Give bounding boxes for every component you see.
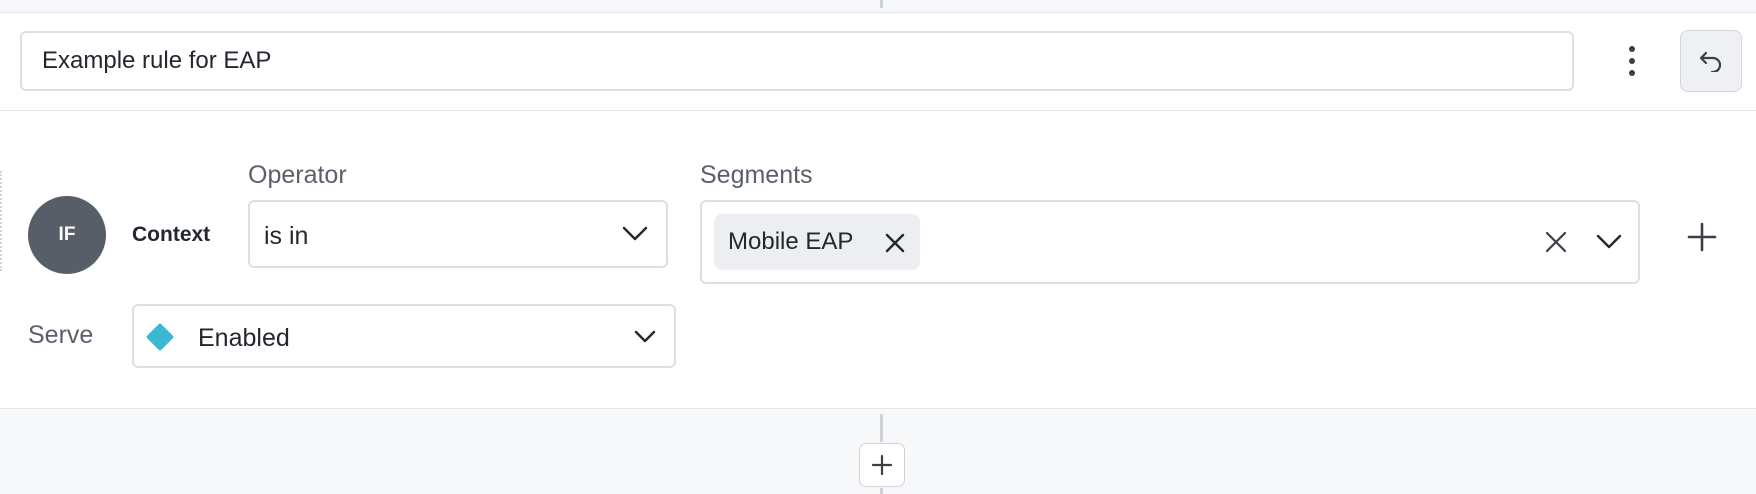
rule-name-input[interactable] [20, 31, 1574, 91]
more-vertical-icon [1629, 46, 1635, 52]
undo-icon [1699, 51, 1722, 72]
close-icon[interactable] [884, 232, 906, 254]
rule-header [0, 13, 1756, 111]
more-vertical-icon-dot [1629, 70, 1635, 76]
connector-line-bottom-end [880, 488, 883, 494]
chevron-down-icon [634, 330, 656, 343]
more-vertical-icon-dot [1629, 58, 1635, 64]
segments-label: Segments [700, 161, 813, 189]
if-badge: IF [28, 196, 106, 274]
connector-line-top [880, 0, 883, 8]
serve-select[interactable]: Enabled [132, 304, 676, 368]
undo-button[interactable] [1680, 30, 1742, 92]
add-rule-button[interactable] [859, 443, 905, 487]
rule-body: IF Context Operator is in Segments Mobil… [0, 111, 1756, 409]
plus-icon [871, 454, 893, 476]
serve-value: Enabled [198, 324, 290, 352]
operator-value: is in [264, 222, 309, 250]
chevron-down-icon[interactable] [1596, 234, 1622, 250]
segments-multiselect[interactable]: Mobile EAP [700, 200, 1640, 284]
add-condition-button[interactable] [1686, 221, 1718, 253]
operator-select[interactable]: is in [248, 200, 668, 268]
connector-line-bottom [880, 414, 883, 442]
operator-label: Operator [248, 161, 347, 189]
chevron-down-icon [622, 226, 648, 241]
more-options-button[interactable] [1612, 46, 1652, 76]
top-strip [0, 0, 1756, 13]
attribute-label: Context [132, 223, 211, 246]
segment-chip: Mobile EAP [714, 214, 920, 270]
variation-color-icon [145, 322, 175, 352]
serve-label: Serve [28, 321, 94, 349]
segment-chip-label: Mobile EAP [728, 228, 854, 255]
clear-icon[interactable] [1544, 230, 1568, 254]
drag-handle-edge[interactable] [0, 171, 2, 271]
